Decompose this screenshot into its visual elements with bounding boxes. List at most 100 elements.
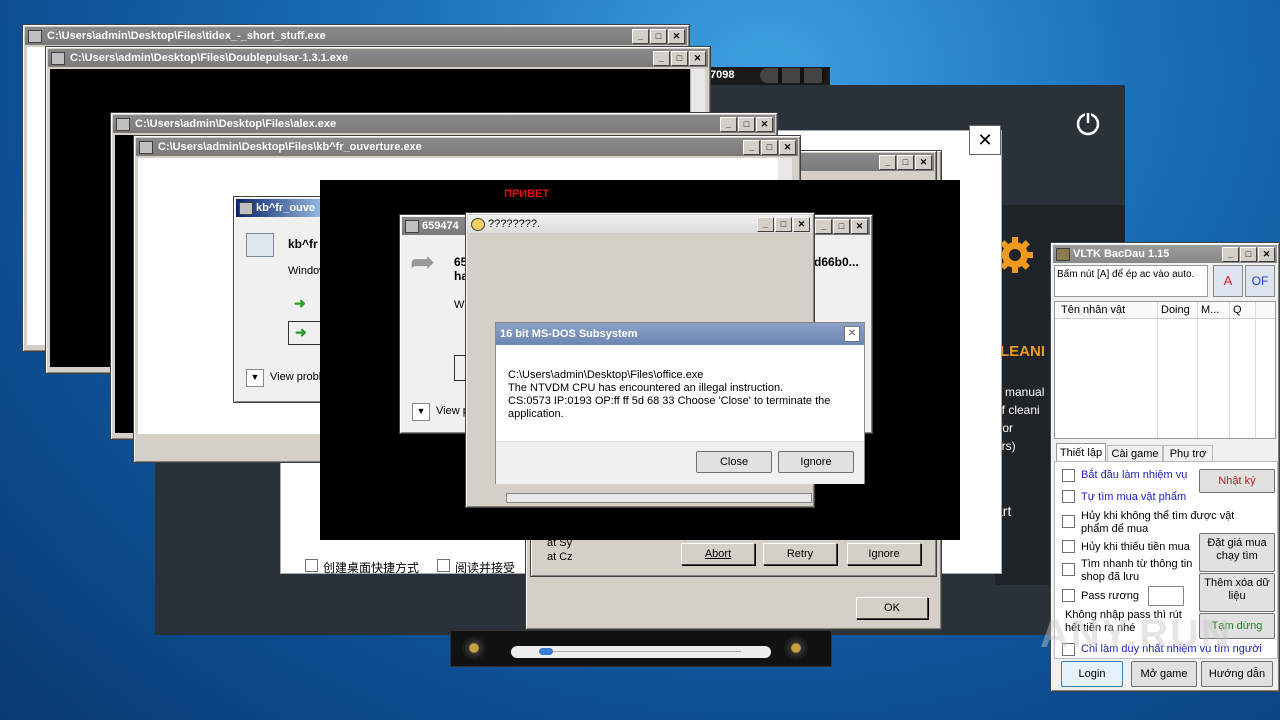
ignore-button[interactable]: Ignore [778,451,854,473]
doublepulsar-title: C:\Users\admin\Desktop\Files\Doublepulsa… [70,52,349,64]
tidex-titlebar: C:\Users\admin\Desktop\Files\tidex_-_sho… [25,27,687,45]
forward-arrow-icon: ➦ [410,246,436,279]
minimize-button[interactable]: _ [1222,247,1239,262]
button-of[interactable]: OF [1245,265,1275,297]
ntvdm-title: 16 bit MS-DOS Subsystem [500,328,638,340]
ntvdm-dialog: 16 bit MS-DOS Subsystem ✕ C:\Users\admin… [495,322,865,484]
chevron-down-icon[interactable]: ▼ [246,369,264,387]
ntvdm-line3: application. [508,408,564,420]
media-title: 7098 [710,69,735,81]
chevron-down-icon[interactable]: ▼ [412,403,430,421]
minimize-button[interactable]: _ [757,217,774,232]
column-name[interactable]: Tên nhân vật [1061,304,1125,316]
qmarks-title: ????????. [488,218,540,230]
cleaner-line1: o manual [995,385,1045,399]
close-button[interactable]: ✕ [793,217,810,232]
close-button[interactable]: ✕ [689,51,706,66]
console-icon [116,118,130,131]
check-bat-dau[interactable] [1062,469,1075,482]
qmarks-titlebar: ????????. _ □ ✕ [468,215,812,233]
close-button[interactable]: ✕ [668,29,685,44]
them-xoa-button[interactable]: Thêm xóa dữ liệu [1199,573,1275,612]
pass-input[interactable] [1148,586,1184,606]
close-button[interactable]: ✕ [779,140,796,155]
dat-gia-button[interactable]: Đặt giá mua chạy tìm [1199,533,1275,572]
ntvdm-line1: The NTVDM CPU has encountered an illegal… [508,382,784,394]
nhat-ky-button[interactable]: Nhật ký [1199,469,1275,493]
ntvdm-line2: CS:0573 IP:0193 OP:ff ff 5d 68 33 Choose… [508,395,831,407]
maximize-button[interactable]: □ [775,217,792,232]
media-player [450,630,832,667]
media-title-bar: 7098 [700,67,830,85]
app-icon [1056,248,1070,261]
abort-button[interactable]: Abort [681,543,755,565]
maximize-button[interactable]: □ [738,117,755,132]
tab-phu-tro[interactable]: Phụ trợ [1163,445,1213,462]
close-button[interactable]: ✕ [756,117,773,132]
button-a[interactable]: A [1213,265,1243,297]
ignore-button[interactable]: Ignore [847,543,921,565]
ntvdm-path: C:\Users\admin\Desktop\Files\office.exe [508,369,704,381]
ok-button[interactable]: OK [856,597,928,619]
close-button[interactable]: ✕ [915,155,932,170]
console-icon [51,52,65,65]
seek-bar[interactable] [511,646,771,658]
check-tim-nhanh[interactable] [1062,563,1075,576]
check-huy-khong-tim[interactable] [1062,515,1075,528]
check-tu-tim[interactable] [1062,490,1075,503]
power-icon[interactable] [1075,110,1101,136]
huong-dan-button[interactable]: Hướng dẫn [1201,661,1273,687]
vltk-list[interactable]: Tên nhân vật Doing M... Q [1054,301,1276,439]
app-icon [405,220,419,233]
minimize-button[interactable]: _ [632,29,649,44]
maximize-button[interactable]: □ [671,51,688,66]
vltk-info-box: Bấm nút [A] để ép ac vào auto. [1054,265,1208,297]
maximize-button[interactable]: □ [650,29,667,44]
close-button[interactable]: Close [696,451,772,473]
label-huy-thieu-tien: Hủy khi thiếu tiền mua [1081,541,1190,553]
column-doing[interactable]: Doing [1161,304,1190,316]
minimize-button[interactable]: _ [720,117,737,132]
maximize-button[interactable]: □ [1240,247,1257,262]
maximize-button[interactable]: □ [897,155,914,170]
minimize-button[interactable]: _ [653,51,670,66]
installer-close-button[interactable]: ✕ [969,125,1001,155]
minimize-button[interactable]: _ [743,140,760,155]
mo-game-button[interactable]: Mở game [1131,661,1197,687]
column-q[interactable]: Q [1233,304,1242,316]
kbfr-dialog-heading: kb^fr [288,237,318,251]
check-pass-ruong[interactable] [1062,589,1075,602]
seek-thumb[interactable] [539,648,553,655]
installer-checkbox-1[interactable] [305,559,318,572]
tab-cai-game[interactable]: Cài game [1107,445,1163,462]
close-button[interactable]: ✕ [844,326,860,342]
ntvdm-titlebar: 16 bit MS-DOS Subsystem ✕ [496,323,864,345]
red-text: ПРИВЕТ [504,188,550,200]
alex-title: C:\Users\admin\Desktop\Files\alex.exe [135,118,337,130]
installer-checkbox-2[interactable] [437,559,450,572]
dlg659-hash: d66b0... [814,255,859,269]
dlg659-view-problem[interactable]: View p [436,405,469,417]
close-button[interactable]: ✕ [851,219,868,234]
media-buttons[interactable] [760,68,826,83]
label-tu-tim: Tự tìm mua vật phẩm [1081,491,1187,503]
minimize-button[interactable]: _ [815,219,832,234]
retry-button[interactable]: Retry [763,543,837,565]
check-huy-thieu-tien[interactable] [1062,540,1075,553]
maximize-button[interactable]: □ [833,219,850,234]
login-button[interactable]: Login [1061,661,1123,687]
maximize-button[interactable]: □ [761,140,778,155]
minimize-button[interactable]: _ [879,155,896,170]
watermark: ANY.RUN [1040,612,1232,656]
installer-checkbox-1-label: 创建桌面快捷方式 [323,561,420,575]
doublepulsar-titlebar: C:\Users\admin\Desktop\Files\Doublepulsa… [48,49,708,67]
dlg659-title: 659474 [422,220,459,232]
column-m[interactable]: M... [1201,304,1219,316]
tab-thiet-lap[interactable]: Thiết lập [1056,443,1106,462]
label-tim-nhanh: Tìm nhanh từ thông tin shop đã lưu [1081,558,1193,583]
console-icon [28,30,42,43]
error-at-line2: at Cz [547,551,573,563]
close-button[interactable]: ✕ [1258,247,1275,262]
search-icon [471,218,485,231]
kbfr-view-problem[interactable]: View probl [270,371,321,383]
